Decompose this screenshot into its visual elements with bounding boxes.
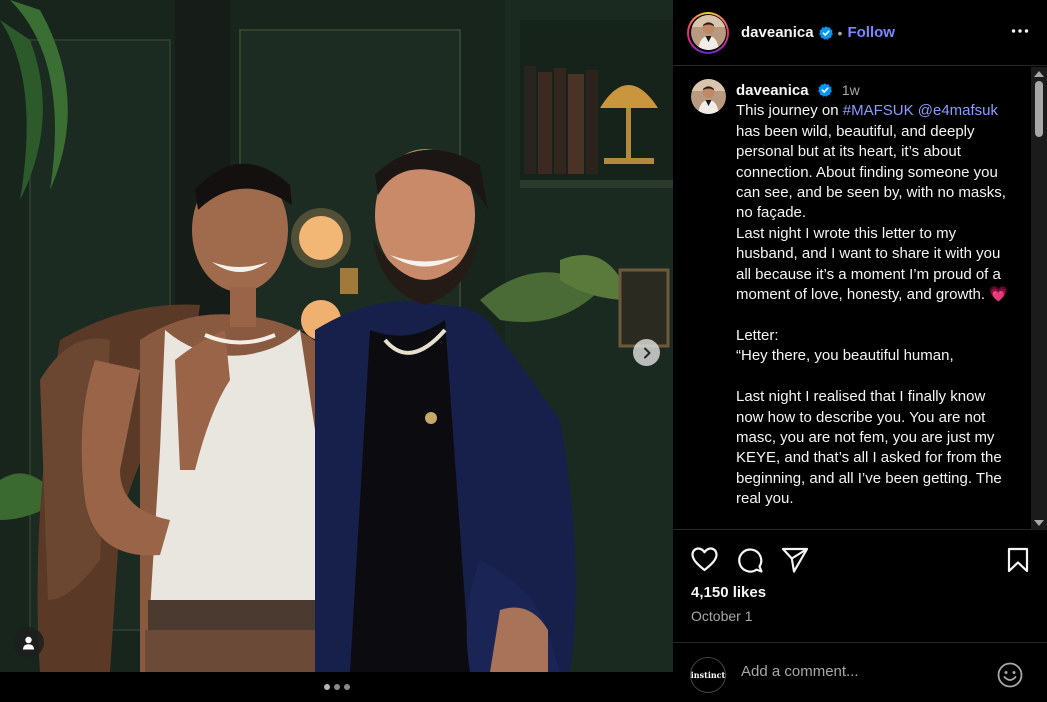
avatar[interactable] [691,79,726,114]
post-time-ago[interactable]: 1w [842,82,860,98]
caption-username[interactable]: daveanica [736,82,809,99]
like-count[interactable]: 4,150 likes [691,584,766,601]
caption-scrollbar[interactable] [1031,67,1047,530]
comment-bar: instinct [673,642,1047,702]
header-username[interactable]: daveanica [741,24,814,41]
follow-button[interactable]: Follow [847,24,895,41]
chevron-right-icon [643,347,650,358]
verified-badge-icon [818,25,833,40]
hashtag-link[interactable]: #MAFSUK [843,102,914,119]
caption-body: This journey on #MAFSUK @e4mafsuk has be… [736,101,1013,509]
emoji-icon[interactable] [997,662,1023,688]
heart-icon[interactable] [691,547,718,572]
header-separator: • [837,24,843,41]
post-date: October 1 [691,608,753,624]
next-photo-button[interactable] [633,339,660,366]
bookmark-icon[interactable] [1007,547,1029,573]
post-side-panel: daveanica • Follow daveanica 1w This jou… [673,0,1047,702]
post-media[interactable] [0,0,673,672]
user-tag-icon [22,636,35,649]
carousel-dot [343,684,350,690]
scroll-thumb[interactable] [1035,81,1043,137]
scroll-up-arrow-icon[interactable] [1034,71,1044,77]
mention-link[interactable]: @e4mafsuk [918,102,998,119]
caption-area[interactable]: daveanica 1w This journey on #MAFSUK @e4… [673,67,1047,530]
scroll-down-arrow-icon[interactable] [1034,520,1044,526]
carousel-dot [323,684,330,690]
caption-body-text: has been wild, beautiful, and deeply per… [736,122,1008,508]
verified-badge-icon [817,83,832,97]
avatar-story-ring[interactable] [687,11,729,54]
more-options-icon[interactable] [1011,22,1029,40]
caption-prefix: This journey on [736,102,843,120]
carousel-dot [333,684,340,690]
send-icon[interactable] [781,547,809,573]
carousel-indicator [0,672,673,702]
post-photo [0,0,673,672]
avatar [690,15,726,50]
post-actions [673,531,1047,591]
comment-input[interactable] [741,663,981,680]
commenter-avatar[interactable]: instinct [690,657,726,693]
caption-text: daveanica 1w This journey on #MAFSUK @e4… [736,80,1013,510]
comment-icon[interactable] [736,547,763,573]
tagged-users-button[interactable] [13,627,44,658]
post-header: daveanica • Follow [673,0,1047,66]
